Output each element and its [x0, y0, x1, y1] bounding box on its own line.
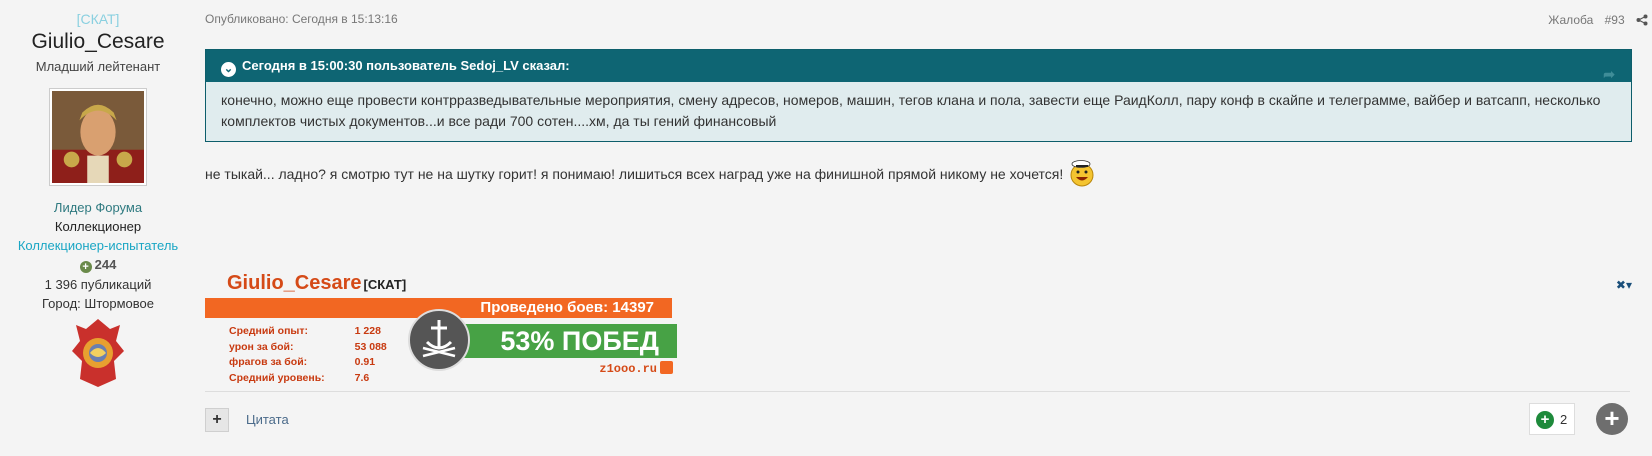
post-tools: Жалоба #93 [1540, 13, 1648, 27]
multiquote-button[interactable]: + [205, 408, 229, 432]
quote-button[interactable]: Цитата [246, 412, 289, 427]
stat-value: 53 088 [354, 340, 387, 353]
share-icon[interactable] [1636, 14, 1648, 26]
signature-player-name: Giulio_Cesare [СКАТ] [227, 272, 406, 295]
post-date: Опубликовано: Сегодня в 15:13:16 [205, 12, 398, 26]
signature-clan: [СКАТ] [363, 277, 407, 292]
author-panel: [СКАТ] Giulio_Cesare Младший лейтенант Л… [0, 0, 196, 389]
author-posts[interactable]: 1 396 публикаций [0, 277, 196, 292]
avatar[interactable] [49, 88, 147, 186]
author-clan: [СКАТ] [76, 11, 120, 27]
chevron-down-icon[interactable]: ⌄ [221, 62, 236, 77]
author-rank: Младший лейтенант [35, 59, 161, 74]
stat-label: Средний опыт: [229, 325, 309, 337]
signature-name-text: Giulio_Cesare [227, 272, 362, 294]
report-link[interactable]: Жалоба [1548, 13, 1593, 27]
stats-table: Средний опыт: 1 228 урон за бой: 53 088 фр… [227, 323, 389, 387]
author-city: Город: Штормовое [42, 296, 154, 311]
author-role-leader: Лидер Форума [53, 200, 143, 215]
winrate-bar: 53% ПОБЕД [460, 324, 677, 358]
stats-row: Средний уровень: 7.6 [229, 372, 387, 386]
reaction-summary[interactable]: + 2 [1529, 403, 1575, 435]
post-message: не тыкай... ладно? я смотрю тут не на шу… [205, 159, 1097, 187]
pirate-logo-icon [407, 308, 471, 372]
add-reaction-button[interactable]: + [1596, 403, 1628, 435]
author-role-collector-tester: Коллекционер-испытатель [17, 238, 179, 253]
winrate-value: 53% ПОБЕД [500, 326, 659, 356]
stat-value: 7.6 [354, 371, 370, 384]
quote-header[interactable]: ⌄ Сегодня в 15:00:30 пользователь Sedoj_L… [206, 50, 1631, 82]
stat-value: 0.91 [354, 356, 376, 368]
reaction-count: 2 [1560, 412, 1568, 427]
site-logo-icon [660, 361, 673, 374]
stats-row: урон за бой: 53 088 [229, 341, 387, 355]
quote-text: конечно, можно еще провести контрразведы… [221, 92, 1601, 129]
divider [205, 391, 1630, 392]
stat-label: урон за бой: [229, 340, 294, 353]
battles-count: Проведено боев: 14397 [480, 299, 654, 316]
stats-row: Средний опыт: 1 228 [229, 325, 387, 339]
signature-hide-icon[interactable]: ✖▾ [1616, 278, 1632, 292]
signature-banner: Giulio_Cesare [СКАТ] Проведено боев: 1439… [205, 272, 677, 384]
quote-header-text: Сегодня в 15:00:30 пользователь Sedoj_LV… [242, 58, 570, 73]
stat-label: Средний уровень: [229, 371, 325, 384]
plus-reaction-icon: + [1536, 411, 1554, 429]
post-number[interactable]: #93 [1605, 13, 1625, 27]
plus-circle-icon: + [79, 261, 92, 273]
stats-row: фрагов за бой: 0.91 [229, 356, 387, 370]
reputation-value: 244 [94, 257, 117, 272]
author-name[interactable]: Giulio_Cesare [0, 29, 196, 55]
post-message-text: не тыкай... ладно? я смотрю тут не на шу… [205, 166, 1064, 182]
clan-emblem-icon [70, 317, 126, 389]
avatar-image [52, 91, 144, 183]
go-to-quote-icon[interactable]: ➦ [1603, 58, 1615, 90]
sailor-smiley-icon [1067, 159, 1097, 187]
author-role-collector: Коллекционер [54, 219, 142, 234]
signature-site: z1ooo.ru [599, 362, 657, 376]
reputation: +244 [0, 257, 196, 273]
quote-block: ⌄ Сегодня в 15:00:30 пользователь Sedoj_L… [205, 49, 1632, 142]
stat-value: 1 228 [354, 325, 381, 337]
stat-label: фрагов за бой: [229, 356, 308, 368]
